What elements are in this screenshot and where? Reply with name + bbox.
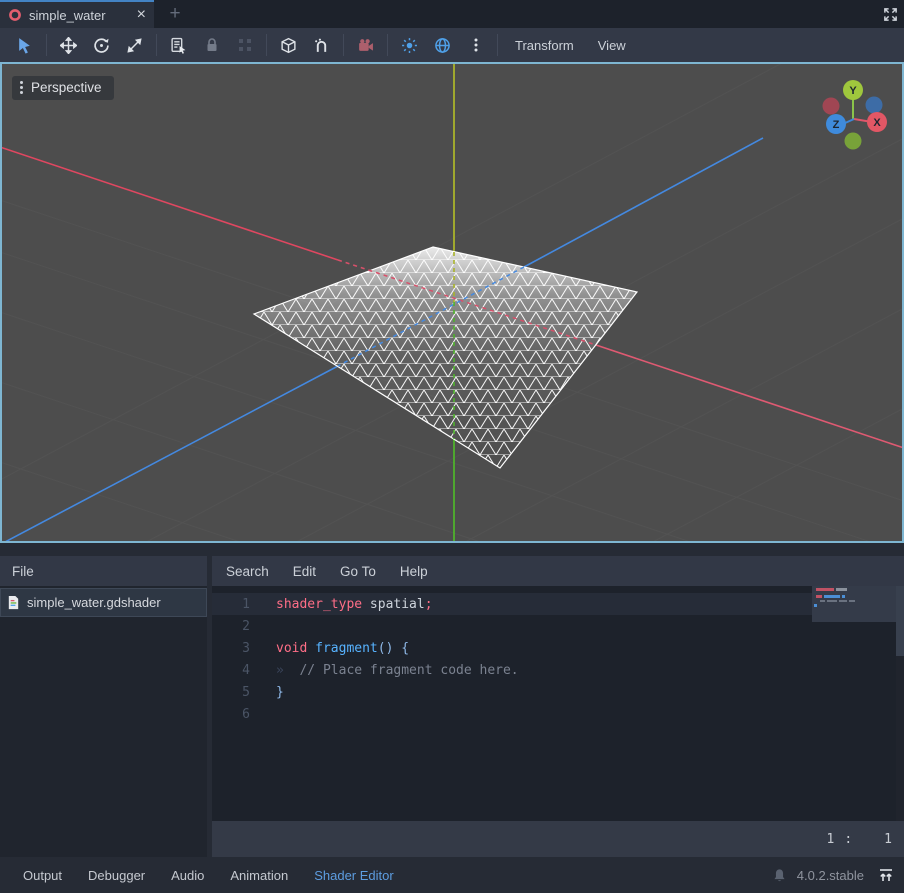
editor-menu-row: Search Edit Go To Help <box>212 556 904 586</box>
line-number: 2 <box>212 619 250 634</box>
snap-icon[interactable] <box>305 32 338 58</box>
code-line[interactable]: 5} <box>212 681 904 703</box>
code-line[interactable]: 1shader_type spatial; <box>212 593 904 615</box>
scene-tab-bar: simple_water × + <box>0 0 904 28</box>
toolbar-separator <box>156 34 157 56</box>
shader-file-icon <box>6 595 21 610</box>
toolbar-separator <box>387 34 388 56</box>
viewport-canvas[interactable]: Y X Z <box>2 64 902 541</box>
editor-status-row: 1 : 1 <box>212 821 904 857</box>
spatial-toolbar: Transform View <box>0 28 904 62</box>
line-content: } <box>250 685 284 700</box>
line-number: 1 <box>212 597 250 612</box>
new-tab-button[interactable]: + <box>163 0 187 28</box>
code-line[interactable]: 3void fragment() { <box>212 637 904 659</box>
tab-shader-editor[interactable]: Shader Editor <box>301 868 407 883</box>
move-tool-icon[interactable] <box>52 32 85 58</box>
bottom-panel-bar: Output Debugger Audio Animation Shader E… <box>0 857 904 893</box>
scene-icon <box>8 8 22 22</box>
environment-icon[interactable] <box>426 32 459 58</box>
viewport-menu-dots-icon <box>20 81 23 94</box>
caret-separator: : <box>844 832 852 847</box>
scene-tab[interactable]: simple_water × <box>0 0 154 28</box>
toolbar-separator <box>497 34 498 56</box>
gizmo-negx-ball[interactable] <box>823 98 840 115</box>
code-line[interactable]: 6 <box>212 703 904 725</box>
extra-options-icon[interactable] <box>459 32 492 58</box>
tab-animation[interactable]: Animation <box>217 868 301 883</box>
line-number: 6 <box>212 707 250 722</box>
editor-scrollbar[interactable] <box>896 586 904 821</box>
lock-icon[interactable] <box>195 32 228 58</box>
tab-audio[interactable]: Audio <box>158 868 217 883</box>
gizmo-y-label: Y <box>849 85 857 97</box>
rotate-tool-icon[interactable] <box>85 32 118 58</box>
goto-menu[interactable]: Go To <box>328 564 388 579</box>
shader-editor-panel: Search Edit Go To Help 1shader_type spat… <box>212 556 904 857</box>
line-content: » // Place fragment code here. <box>250 663 519 678</box>
line-number: 3 <box>212 641 250 656</box>
gizmo-negz-ball[interactable] <box>866 97 883 114</box>
caret-line: 1 <box>827 832 835 847</box>
toolbar-separator <box>46 34 47 56</box>
expand-bottom-panel-icon[interactable] <box>878 867 894 883</box>
code-lines: 1shader_type spatial;23void fragment() {… <box>212 586 904 725</box>
line-content: shader_type spatial; <box>250 597 433 612</box>
line-content: void fragment() { <box>250 641 409 656</box>
toolbar-separator <box>343 34 344 56</box>
viewport-3d[interactable]: Y X Z Perspective <box>0 62 904 543</box>
perspective-menu[interactable]: Perspective <box>12 76 114 100</box>
sun-icon[interactable] <box>393 32 426 58</box>
perspective-label: Perspective <box>31 80 102 95</box>
mesh-box-icon[interactable] <box>272 32 305 58</box>
fullscreen-icon[interactable] <box>881 5 899 23</box>
transform-menu[interactable]: Transform <box>503 32 586 58</box>
code-line[interactable]: 2 <box>212 615 904 637</box>
code-line[interactable]: 4» // Place fragment code here. <box>212 659 904 681</box>
tab-close-icon[interactable]: × <box>137 7 146 23</box>
code-minimap[interactable] <box>812 586 896 622</box>
toolbar-separator <box>266 34 267 56</box>
gizmo-z-label: Z <box>833 119 840 131</box>
orientation-gizmo[interactable]: Y X Z <box>823 80 888 150</box>
file-list-item[interactable]: simple_water.gdshader <box>0 588 207 617</box>
tab-debugger[interactable]: Debugger <box>75 868 158 883</box>
tab-output[interactable]: Output <box>10 868 75 883</box>
line-number: 4 <box>212 663 250 678</box>
scale-tool-icon[interactable] <box>118 32 151 58</box>
view-menu[interactable]: View <box>586 32 638 58</box>
code-editor[interactable]: 1shader_type spatial;23void fragment() {… <box>212 586 904 821</box>
shader-file-panel: File simple_water.gdshader <box>0 556 207 857</box>
notification-bell-icon[interactable] <box>772 868 787 883</box>
search-menu[interactable]: Search <box>214 564 281 579</box>
file-menu-row: File <box>0 556 207 586</box>
list-select-tool-icon[interactable] <box>162 32 195 58</box>
gizmo-negy-ball[interactable] <box>845 133 862 150</box>
water-plane-mesh[interactable] <box>254 247 637 468</box>
version-label: 4.0.2.stable <box>797 868 864 883</box>
scene-tab-label: simple_water <box>29 8 130 23</box>
file-menu[interactable]: File <box>12 564 34 579</box>
gizmo-x-label: X <box>873 117 881 129</box>
caret-column: 1 <box>884 832 892 847</box>
help-menu[interactable]: Help <box>388 564 440 579</box>
file-name: simple_water.gdshader <box>27 595 161 610</box>
camera-preview-icon[interactable] <box>349 32 382 58</box>
scrollbar-grabber[interactable] <box>896 586 904 656</box>
select-tool-icon[interactable] <box>8 32 41 58</box>
group-icon[interactable] <box>228 32 261 58</box>
edit-menu[interactable]: Edit <box>281 564 328 579</box>
line-number: 5 <box>212 685 250 700</box>
